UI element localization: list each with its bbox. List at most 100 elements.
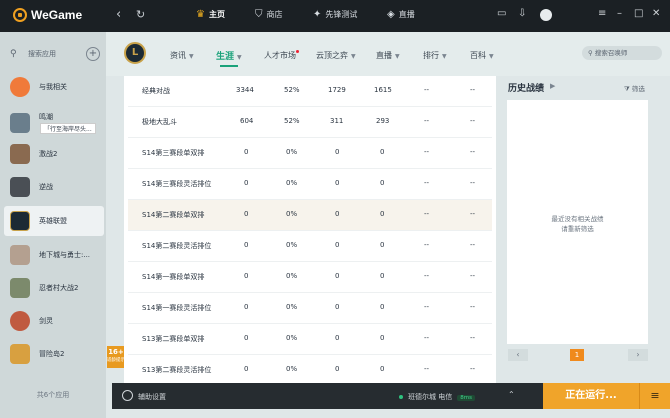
wins-cell: 0	[335, 334, 340, 342]
games-cell: 0	[244, 179, 249, 187]
stat-cell: --	[424, 334, 430, 342]
back-arrow-icon[interactable]: ‹	[116, 8, 121, 22]
tab-talent-market[interactable]: 人才市场	[264, 50, 299, 61]
topnav-beta[interactable]: ✦ 先锋测试	[313, 9, 357, 20]
sidebar-item-related[interactable]: 与我相关	[10, 74, 102, 100]
search-icon: ⚲	[588, 49, 595, 57]
page-number[interactable]: 1	[570, 349, 584, 361]
mode-cell: S13第二赛段灵活排位	[142, 366, 212, 374]
sidebar-item-wuthering[interactable]: 鸣潮 「行至海岸尽头...	[10, 108, 102, 138]
sidebar-item-gw2[interactable]: 激战2	[10, 141, 102, 167]
sidebar-item-dnf[interactable]: 地下城与勇士:...	[10, 242, 102, 268]
game-thumbnail	[10, 311, 30, 331]
winrate-cell: 0%	[286, 272, 298, 280]
notification-dot	[296, 50, 299, 53]
refresh-icon[interactable]: ↻	[136, 8, 145, 22]
topnav-store[interactable]: ⛉ 商店	[255, 9, 283, 20]
losses-cell: 1615	[374, 86, 392, 94]
filter-button[interactable]: ⧩ 筛选	[624, 83, 645, 94]
table-row[interactable]: S14第一赛段单双排 0 0% 0 0 -- --	[128, 262, 492, 293]
close-icon[interactable]: ✕	[652, 8, 660, 19]
winrate-cell: 52%	[284, 86, 300, 94]
table-row[interactable]: 经典对战 3344 52% 1729 1615 -- --	[128, 76, 492, 107]
stat-cell: --	[424, 86, 430, 94]
download-icon[interactable]: ⇩	[518, 8, 526, 19]
sidebar-search-input[interactable]: 搜索应用	[22, 49, 86, 59]
status-dot-icon	[399, 395, 403, 399]
game-thumbnail	[10, 245, 30, 265]
tab-ranking[interactable]: 排行 ▼	[423, 50, 447, 61]
losses-cell: 0	[380, 272, 385, 280]
folder-icon[interactable]: ▭	[497, 8, 506, 19]
table-row[interactable]: S14第二赛段单双排 0 0% 0 0 -- --	[128, 200, 492, 231]
stat-cell: --	[470, 86, 476, 94]
menu-icon[interactable]: ≡	[639, 383, 670, 409]
lol-logo[interactable]: L	[124, 42, 146, 64]
stat-cell: --	[470, 334, 476, 342]
table-row[interactable]: S14第三赛段灵活排位 0 0% 0 0 -- --	[128, 169, 492, 200]
winrate-cell: 0%	[286, 303, 298, 311]
tab-label: 生涯	[216, 52, 235, 62]
app-count: 共6个应用	[36, 391, 70, 399]
avatar[interactable]	[540, 9, 552, 21]
assist-settings-button[interactable]: 辅助设置	[138, 392, 166, 402]
chevron-up-icon[interactable]: ⌃	[508, 390, 515, 399]
tab-live[interactable]: 直播 ▼	[376, 50, 400, 61]
history-title[interactable]: 历史战绩	[508, 81, 544, 94]
server-status[interactable]: 班德尔城 电信 8ms	[399, 392, 475, 402]
mode-cell: S14第二赛段单双排	[142, 211, 205, 219]
minimize-icon[interactable]: –	[617, 8, 622, 19]
age-rating-label: 适龄提示	[107, 358, 125, 363]
sidebar-item-label: 逆战	[39, 183, 53, 191]
sidebar-item-ninja[interactable]: 忍者村大战2	[10, 275, 102, 301]
wins-cell: 0	[335, 210, 340, 218]
summoner-search-input[interactable]: ⚲ 搜索召唤师	[582, 46, 662, 60]
losses-cell: 0	[380, 334, 385, 342]
games-cell: 604	[240, 117, 254, 125]
table-row[interactable]: 极地大乱斗 604 52% 311 293 -- --	[128, 107, 492, 138]
sidebar-item-nizhan[interactable]: 逆战	[10, 174, 102, 200]
add-app-button[interactable]: +	[86, 47, 100, 61]
gear-icon[interactable]	[122, 390, 133, 401]
table-row[interactable]: S13第二赛段单双排 0 0% 0 0 -- --	[128, 324, 492, 355]
game-thumbnail	[10, 177, 30, 197]
prev-page-button[interactable]: ‹	[508, 349, 528, 361]
stat-cell: --	[470, 241, 476, 249]
filter-icon: ⧩	[624, 85, 630, 93]
sidebar-item-bns[interactable]: 剑灵	[10, 308, 102, 334]
wegame-logo[interactable]: WeGame	[13, 8, 82, 22]
bottom-bar: 辅助设置 班德尔城 电信 8ms ⌃ 正在运行... ≡	[112, 383, 670, 409]
topnav-live[interactable]: ◈ 直播	[387, 9, 415, 20]
tab-label: 资讯	[170, 51, 186, 60]
history-empty-state: 最近没有相关战绩 请重新筛选	[507, 214, 648, 234]
game-thumbnail	[10, 211, 30, 231]
winrate-cell: 0%	[286, 210, 298, 218]
tab-news[interactable]: 资讯 ▼	[170, 50, 194, 61]
maximize-icon[interactable]: □	[634, 8, 643, 19]
chevron-right-icon[interactable]: ▶	[550, 82, 555, 90]
topnav-home[interactable]: ♛ 主页	[196, 9, 225, 20]
tab-career[interactable]: 生涯 ▼	[216, 49, 242, 67]
games-cell: 0	[244, 303, 249, 311]
sidebar-item-label: 冒险岛2	[39, 350, 65, 358]
next-page-button[interactable]: ›	[628, 349, 648, 361]
table-row[interactable]: S13第二赛段灵活排位 0 0% 0 0 -- --	[128, 355, 492, 384]
sidebar-item-maplestory2[interactable]: 冒险岛2	[10, 341, 102, 367]
table-row[interactable]: S14第三赛段单双排 0 0% 0 0 -- --	[128, 138, 492, 169]
related-icon	[10, 77, 30, 97]
sidebar-search[interactable]: ⚲ 搜索应用 +	[10, 46, 100, 62]
tab-label: 百科	[470, 51, 486, 60]
stat-cell: --	[470, 148, 476, 156]
tab-tft[interactable]: 云顶之弈 ▼	[316, 50, 356, 61]
table-row[interactable]: S14第一赛段灵活排位 0 0% 0 0 -- --	[128, 293, 492, 324]
wins-cell: 311	[330, 117, 344, 125]
tab-label: 云顶之弈	[316, 51, 348, 60]
tab-wiki[interactable]: 百科 ▼	[470, 50, 494, 61]
mode-cell: S14第三赛段灵活排位	[142, 180, 212, 188]
home-icon: ♛	[196, 9, 205, 20]
running-button[interactable]: 正在运行...	[543, 383, 639, 409]
menu-icon[interactable]: ≡	[598, 8, 606, 19]
sidebar-item-lol[interactable]: 英雄联盟	[4, 206, 104, 236]
stat-cell: --	[470, 272, 476, 280]
table-row[interactable]: S14第二赛段灵活排位 0 0% 0 0 -- --	[128, 231, 492, 262]
